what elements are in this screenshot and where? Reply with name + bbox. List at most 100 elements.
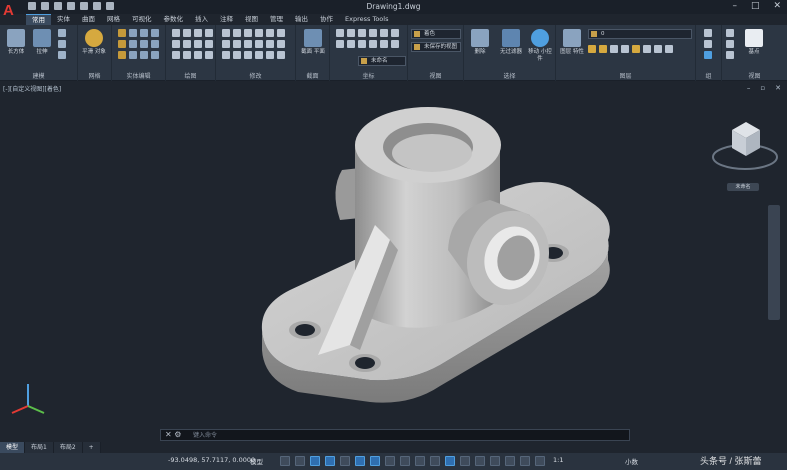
- imprint-icon[interactable]: [151, 51, 159, 59]
- box-button[interactable]: 长方体: [4, 29, 28, 56]
- ellipse-icon[interactable]: [183, 40, 191, 48]
- subtract-icon[interactable]: [129, 29, 137, 37]
- extrude-button[interactable]: 拉伸: [30, 29, 54, 56]
- ribbon-tab[interactable]: 插入: [189, 14, 214, 25]
- command-input[interactable]: 键入命令: [193, 431, 217, 440]
- layer-merge-icon[interactable]: [665, 45, 673, 53]
- trim-icon[interactable]: [244, 29, 252, 37]
- ucs-view-icon[interactable]: [391, 29, 399, 37]
- fillet-icon[interactable]: [277, 29, 285, 37]
- viewcube[interactable]: [710, 112, 780, 192]
- layout-tab[interactable]: 模型: [0, 442, 26, 453]
- spline-icon[interactable]: [205, 40, 213, 48]
- navigation-bar[interactable]: [768, 205, 780, 320]
- explode-icon[interactable]: [266, 40, 274, 48]
- join-icon[interactable]: [277, 51, 285, 59]
- ribbon-tab[interactable]: 可视化: [126, 14, 158, 25]
- ribbon-tab[interactable]: 注释: [214, 14, 239, 25]
- layout-tab[interactable]: 布局1: [25, 442, 54, 453]
- 3d-mirror-icon[interactable]: [255, 51, 263, 59]
- layer-freeze-icon[interactable]: [599, 45, 607, 53]
- layer-walk-icon[interactable]: [654, 45, 662, 53]
- ungroup-icon[interactable]: [704, 40, 712, 48]
- ucs-origin-icon[interactable]: [358, 29, 366, 37]
- group-icon[interactable]: [704, 29, 712, 37]
- array-icon[interactable]: [244, 40, 252, 48]
- object-snap-tracking-icon[interactable]: [355, 456, 365, 466]
- intersect-icon[interactable]: [140, 29, 148, 37]
- units-selector[interactable]: 小数: [625, 456, 638, 466]
- 3d-rotate-icon[interactable]: [233, 51, 241, 59]
- ucs-named-icon[interactable]: [391, 40, 399, 48]
- selection-cycling-icon[interactable]: [415, 456, 425, 466]
- helix-icon[interactable]: [194, 51, 202, 59]
- slice-icon[interactable]: [151, 29, 159, 37]
- taper-icon[interactable]: [140, 51, 148, 59]
- lineweight-toggle-icon[interactable]: [385, 456, 395, 466]
- close-icon[interactable]: ✕: [773, 1, 781, 11]
- fillet-edge-icon[interactable]: [118, 51, 126, 59]
- sweep-icon[interactable]: [58, 40, 66, 48]
- grid-toggle-icon[interactable]: [280, 456, 290, 466]
- mirror-icon[interactable]: [266, 29, 274, 37]
- ucs-world-icon[interactable]: [347, 29, 355, 37]
- add-layout-button[interactable]: +: [82, 442, 101, 453]
- ortho-toggle-icon[interactable]: [310, 456, 320, 466]
- arc-icon[interactable]: [205, 29, 213, 37]
- named-ucs-combo[interactable]: 未命名: [358, 56, 406, 66]
- gizmo-toggle-icon[interactable]: [475, 456, 485, 466]
- layer-isolate-icon[interactable]: [621, 45, 629, 53]
- layer-previous-icon[interactable]: [643, 45, 651, 53]
- culling-button[interactable]: 删除: [468, 29, 492, 56]
- ucs-zaxis-icon[interactable]: [369, 29, 377, 37]
- ucs-z-icon[interactable]: [358, 40, 366, 48]
- ucs-face-icon[interactable]: [380, 40, 388, 48]
- annotation-scale[interactable]: 1:1: [553, 456, 563, 464]
- offset-edge-icon[interactable]: [129, 51, 137, 59]
- workspace-switch-icon[interactable]: [535, 456, 545, 466]
- viewport-controls-label[interactable]: [-][自定义视图][着色]: [3, 84, 61, 93]
- group-edit-icon[interactable]: [704, 51, 712, 59]
- polygon-icon[interactable]: [183, 51, 191, 59]
- rotate-icon[interactable]: [233, 29, 241, 37]
- smooth-object-button[interactable]: 平滑 对象: [82, 29, 106, 56]
- isodraft-toggle-icon[interactable]: [340, 456, 350, 466]
- thicken-icon[interactable]: [151, 40, 159, 48]
- base-view-button[interactable]: 基点: [742, 29, 766, 56]
- auto-scale-icon[interactable]: [505, 456, 515, 466]
- revolve-icon[interactable]: [58, 29, 66, 37]
- circle-icon[interactable]: [194, 29, 202, 37]
- layer-match-icon[interactable]: [632, 45, 640, 53]
- polar-toggle-icon[interactable]: [325, 456, 335, 466]
- transparency-toggle-icon[interactable]: [400, 456, 410, 466]
- viewcube-ucs-label[interactable]: 未命名: [727, 183, 759, 191]
- snap-toggle-icon[interactable]: [295, 456, 305, 466]
- layer-lock-icon[interactable]: [610, 45, 618, 53]
- move-icon[interactable]: [222, 29, 230, 37]
- move-gizmo-button[interactable]: 移动 小控件: [528, 29, 552, 63]
- ucs-3point-icon[interactable]: [380, 29, 388, 37]
- separate-icon[interactable]: [140, 40, 148, 48]
- view-tool-2-icon[interactable]: [726, 40, 734, 48]
- view-tool-1-icon[interactable]: [726, 29, 734, 37]
- ucs-x-icon[interactable]: [336, 40, 344, 48]
- 3d-model-bracket[interactable]: [250, 100, 630, 410]
- ribbon-tab[interactable]: 常用: [26, 14, 51, 25]
- viewport-minimize-icon[interactable]: –: [747, 84, 751, 92]
- rectangle-icon[interactable]: [172, 40, 180, 48]
- layer-properties-button[interactable]: 图层 特性: [560, 29, 584, 56]
- scale-icon[interactable]: [233, 40, 241, 48]
- loft-icon[interactable]: [58, 51, 66, 59]
- section-plane-button[interactable]: 截面 平面: [301, 29, 325, 56]
- shell-icon[interactable]: [129, 40, 137, 48]
- union-icon[interactable]: [118, 29, 126, 37]
- layer-on-icon[interactable]: [588, 45, 596, 53]
- ribbon-tab[interactable]: 曲面: [76, 14, 101, 25]
- no-filter-button[interactable]: 无过滤器: [496, 29, 526, 56]
- ribbon-tab[interactable]: Express Tools: [339, 14, 394, 25]
- polyline-icon[interactable]: [183, 29, 191, 37]
- selection-filter-icon[interactable]: [460, 456, 470, 466]
- ribbon-tab[interactable]: 参数化: [158, 14, 190, 25]
- named-view-combo[interactable]: 未保存的视图: [411, 42, 461, 52]
- 3d-align-icon[interactable]: [244, 51, 252, 59]
